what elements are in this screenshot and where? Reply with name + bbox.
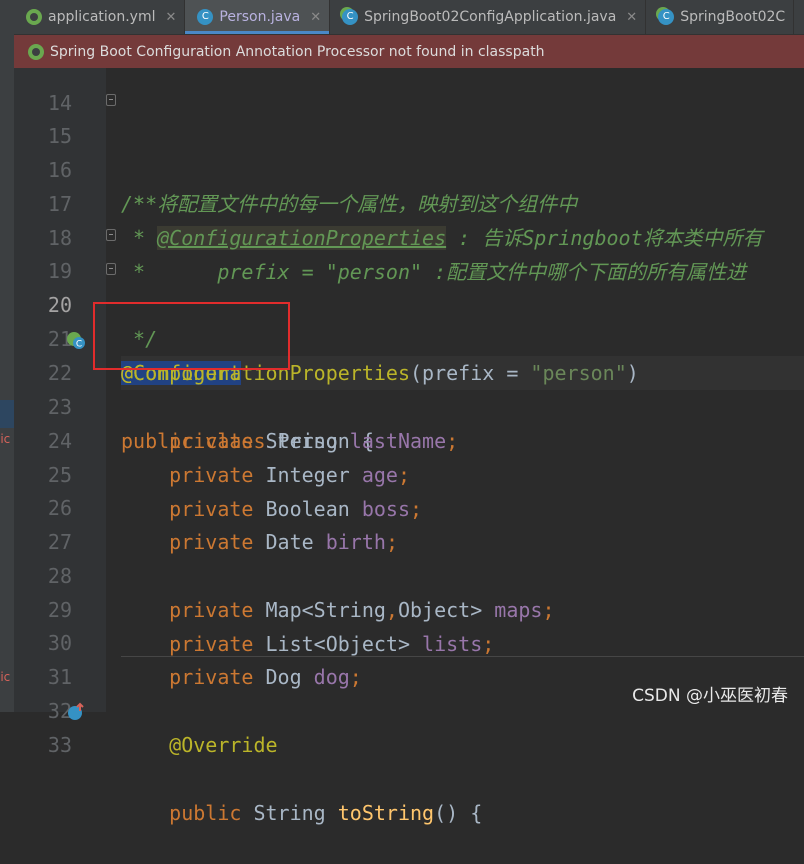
svg-text:C: C bbox=[76, 340, 82, 350]
line-number: 33 bbox=[47, 733, 72, 757]
code-line: 25 private Boolean boss; bbox=[14, 424, 804, 521]
tab-label: SpringBoot02C bbox=[680, 9, 786, 25]
project-selected-row[interactable] bbox=[0, 400, 14, 428]
close-icon[interactable]: ✕ bbox=[310, 10, 321, 25]
tab-springboot02c-test[interactable]: C SpringBoot02C bbox=[646, 0, 795, 34]
code-line: 27 bbox=[14, 491, 804, 554]
tab-label: application.yml bbox=[48, 9, 156, 25]
code-line: 24 private Integer age; bbox=[14, 390, 804, 487]
spring-boot-app-icon: C bbox=[342, 9, 359, 25]
code-line: 29 private List<Object> lists; bbox=[14, 559, 804, 656]
spring-leaf-icon bbox=[26, 9, 42, 25]
method-separator bbox=[121, 656, 804, 657]
tab-person-java[interactable]: C Person.java ✕ bbox=[185, 0, 331, 34]
code-line: 28 private Map<String,Object> maps; bbox=[14, 525, 804, 622]
code-text: public String toString() { bbox=[121, 801, 483, 825]
code-text: @Override bbox=[121, 733, 278, 757]
code-line: 17 * @ConfigurationProperties : 告诉Spring… bbox=[14, 153, 804, 250]
close-icon[interactable]: ✕ bbox=[166, 10, 177, 25]
code-line: 26 private Date birth; bbox=[14, 457, 804, 554]
csdn-watermark: CSDN @小巫医初春 bbox=[632, 686, 788, 706]
tab-label: SpringBoot02ConfigApplication.java bbox=[364, 9, 617, 25]
current-code-line: 20 @Component bbox=[14, 254, 804, 390]
code-line: 31 bbox=[14, 626, 804, 689]
highlight-box bbox=[93, 302, 290, 370]
project-text-fragment: lic bbox=[0, 670, 11, 684]
code-line: 15 /** bbox=[14, 85, 804, 216]
code-line: 16 * 将配置文件中的每一个属性，映射到这个组件中 bbox=[14, 119, 804, 216]
code-line: 19 */ bbox=[14, 220, 804, 351]
java-class-icon: C bbox=[197, 9, 214, 25]
close-icon[interactable]: ✕ bbox=[626, 10, 637, 25]
tab-springboot02configapplication-java[interactable]: C SpringBoot02ConfigApplication.java ✕ bbox=[330, 0, 647, 34]
code-line: 14 bbox=[14, 52, 804, 115]
code-line: 30 private Dog dog; bbox=[14, 592, 804, 689]
code-line: 18 * prefix = "person" :配置文件中哪个下面的所有属性进 bbox=[14, 187, 804, 284]
project-text-fragment: lic bbox=[0, 432, 11, 446]
code-editor[interactable]: 14 15 /** 16 * 将配置文件中的每一个属性，映射到这个组件中 17 … bbox=[14, 68, 804, 825]
tab-label: Person.java bbox=[219, 9, 301, 25]
editor-tab-bar: application.yml ✕ C Person.java ✕ C Spri… bbox=[14, 0, 804, 35]
spring-bean-gutter-icon[interactable]: C bbox=[66, 330, 86, 350]
fold-marker-icon[interactable] bbox=[106, 94, 116, 106]
override-method-gutter-icon[interactable] bbox=[66, 702, 86, 722]
spring-boot-test-icon: C bbox=[658, 9, 675, 25]
fold-marker-icon[interactable] bbox=[106, 263, 116, 275]
tab-application-yml[interactable]: application.yml ✕ bbox=[14, 0, 186, 34]
fold-marker-icon[interactable] bbox=[106, 229, 116, 241]
project-panel-edge: lic lic bbox=[0, 0, 14, 712]
